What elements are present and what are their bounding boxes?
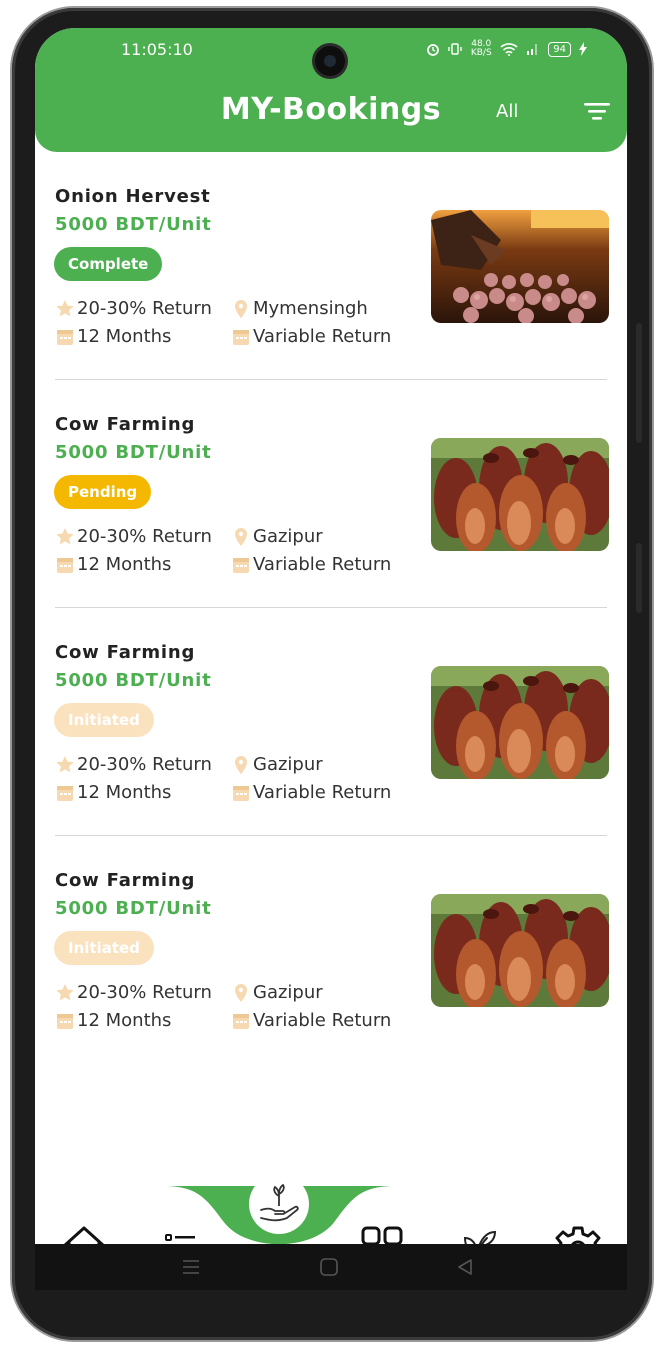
location-pin-icon bbox=[235, 755, 247, 774]
location-pin-icon bbox=[235, 299, 247, 318]
location-text: Gazipur bbox=[253, 982, 323, 1003]
duration: 12 Months bbox=[55, 782, 171, 803]
status-badge: Initiated bbox=[54, 703, 154, 737]
booking-title: Cow Farming bbox=[55, 414, 196, 435]
cow-farming-image bbox=[431, 894, 609, 1007]
star-icon bbox=[56, 755, 74, 772]
duration-text: 12 Months bbox=[77, 782, 172, 803]
booking-card[interactable]: Cow Farming 5000 BDT/Unit Initiated 20-3… bbox=[35, 836, 627, 1064]
duration-text: 12 Months bbox=[77, 554, 172, 575]
location-text: Mymensingh bbox=[253, 298, 368, 319]
booking-card[interactable]: Cow Farming 5000 BDT/Unit Initiated 20-3… bbox=[35, 608, 627, 836]
booking-card[interactable]: Onion Hervest 5000 BDT/Unit Complete 20-… bbox=[35, 152, 627, 380]
booking-title: Onion Hervest bbox=[55, 186, 211, 207]
invest-icon bbox=[260, 1183, 299, 1222]
location-pin-icon bbox=[235, 527, 247, 546]
return-text: 20-30% Return bbox=[77, 298, 212, 319]
location-pin-icon bbox=[235, 983, 247, 1002]
location: Gazipur bbox=[231, 754, 323, 775]
charging-icon bbox=[579, 42, 587, 56]
net-speed: 48.0 KB/S bbox=[470, 39, 492, 58]
back-icon[interactable] bbox=[455, 1258, 475, 1276]
return-type: Variable Return bbox=[231, 782, 391, 803]
wifi-icon bbox=[500, 43, 518, 56]
status-badge: Complete bbox=[54, 247, 163, 281]
return-type: Variable Return bbox=[231, 326, 391, 347]
volume-button bbox=[636, 323, 642, 443]
calendar-icon bbox=[57, 785, 73, 801]
status-icons: 48.0 KB/S 94 bbox=[426, 40, 587, 58]
return-type-text: Variable Return bbox=[253, 326, 392, 347]
cow-farming-image bbox=[431, 438, 609, 551]
filter-icon[interactable] bbox=[584, 100, 610, 122]
calendar-icon bbox=[57, 557, 73, 573]
star-icon bbox=[56, 299, 74, 316]
star-icon bbox=[56, 983, 74, 1000]
vibrate-icon bbox=[448, 43, 462, 55]
calendar-icon bbox=[233, 1013, 249, 1029]
calendar-icon bbox=[233, 557, 249, 573]
home-button-icon[interactable] bbox=[319, 1258, 339, 1276]
app-header: 11:05:10 48.0 KB/S 94 MY-Bookings All bbox=[35, 28, 627, 152]
calendar-icon bbox=[57, 1013, 73, 1029]
duration-text: 12 Months bbox=[77, 1010, 172, 1031]
location-text: Gazipur bbox=[253, 526, 323, 547]
return-rate: 20-30% Return bbox=[55, 526, 212, 547]
page-title: MY-Bookings bbox=[220, 92, 442, 127]
duration: 12 Months bbox=[55, 554, 171, 575]
return-type: Variable Return bbox=[231, 554, 391, 575]
booking-price: 5000 BDT/Unit bbox=[55, 442, 212, 463]
alarm-icon bbox=[427, 44, 440, 56]
return-type-text: Variable Return bbox=[253, 1010, 392, 1031]
booking-price: 5000 BDT/Unit bbox=[55, 898, 212, 919]
return-text: 20-30% Return bbox=[77, 526, 212, 547]
location-text: Gazipur bbox=[253, 754, 323, 775]
return-rate: 20-30% Return bbox=[55, 982, 212, 1003]
booking-price: 5000 BDT/Unit bbox=[55, 670, 212, 691]
status-badge: Initiated bbox=[54, 931, 154, 965]
cow-farming-image bbox=[431, 666, 609, 779]
location: Gazipur bbox=[231, 526, 323, 547]
return-type-text: Variable Return bbox=[253, 554, 392, 575]
booking-price: 5000 BDT/Unit bbox=[55, 214, 212, 235]
power-button bbox=[636, 543, 642, 613]
return-rate: 20-30% Return bbox=[55, 754, 212, 775]
return-type: Variable Return bbox=[231, 1010, 391, 1031]
signal-icon bbox=[527, 44, 538, 55]
booking-title: Cow Farming bbox=[55, 642, 196, 663]
return-text: 20-30% Return bbox=[77, 982, 212, 1003]
location: Mymensingh bbox=[231, 298, 368, 319]
booking-card[interactable]: Cow Farming 5000 BDT/Unit Pending 20-30%… bbox=[35, 380, 627, 608]
camera-cutout bbox=[315, 46, 345, 76]
calendar-icon bbox=[233, 785, 249, 801]
nav-invest[interactable] bbox=[257, 1180, 301, 1224]
return-rate: 20-30% Return bbox=[55, 298, 212, 319]
duration: 12 Months bbox=[55, 326, 171, 347]
return-text: 20-30% Return bbox=[77, 754, 212, 775]
location: Gazipur bbox=[231, 982, 323, 1003]
duration-text: 12 Months bbox=[77, 326, 172, 347]
status-time: 11:05:10 bbox=[121, 40, 193, 59]
return-type-text: Variable Return bbox=[253, 782, 392, 803]
duration: 12 Months bbox=[55, 1010, 171, 1031]
calendar-icon bbox=[233, 329, 249, 345]
battery-indicator: 94 bbox=[548, 41, 571, 57]
status-badge: Pending bbox=[54, 475, 152, 509]
booking-title: Cow Farming bbox=[55, 870, 196, 891]
calendar-icon bbox=[57, 329, 73, 345]
onion-harvest-image bbox=[431, 210, 609, 323]
recent-apps-icon[interactable] bbox=[181, 1258, 201, 1276]
filter-all-button[interactable]: All bbox=[496, 101, 518, 122]
system-nav-bar bbox=[35, 1244, 627, 1290]
bookings-list: Onion Hervest 5000 BDT/Unit Complete 20-… bbox=[35, 152, 627, 1064]
app-screen: 11:05:10 48.0 KB/S 94 MY-Bookings All On… bbox=[35, 28, 627, 1290]
star-icon bbox=[56, 527, 74, 544]
